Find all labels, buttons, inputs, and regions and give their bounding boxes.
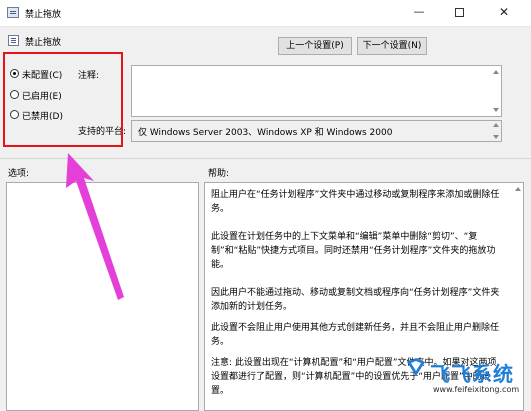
policy-name: 禁止拖放 (25, 38, 62, 48)
help-paragraph: 阻止用户在“任务计划程序”文件夹中通过移动或复制程序来添加或删除任务。 (211, 190, 500, 214)
comment-textarea[interactable] (131, 65, 502, 117)
window-title: 禁止拖放 (25, 10, 62, 20)
options-panel (6, 182, 199, 411)
policy-icon (8, 35, 19, 46)
maximize-icon (454, 7, 464, 17)
previous-setting-button[interactable]: 上一个设置(P) (278, 37, 352, 55)
maximize-button[interactable] (440, 0, 478, 24)
close-button[interactable]: ✕ (485, 0, 523, 24)
comment-scrollbar[interactable] (491, 66, 501, 116)
policy-window-icon (7, 7, 19, 18)
scroll-down-icon[interactable] (493, 108, 499, 112)
help-label: 帮助: (208, 169, 230, 179)
help-paragraph: 此设置在计划任务中的上下文菜单和“编辑”菜单中删除“剪切”、“复制”和“粘贴”快… (211, 232, 496, 270)
section-divider (0, 158, 531, 159)
scroll-up-icon[interactable] (515, 187, 521, 191)
watermark-url: www.feifeixitong.com (433, 385, 520, 394)
watermark-text: 飞飞系统 (430, 362, 514, 386)
options-label: 选项: (8, 169, 30, 179)
scroll-down-icon[interactable] (493, 135, 499, 139)
scroll-up-icon[interactable] (493, 70, 499, 74)
next-setting-button[interactable]: 下一个设置(N) (357, 37, 427, 55)
supported-scrollbar[interactable] (491, 121, 501, 141)
help-paragraph: 此设置不会阻止用户使用其他方式创建新任务，并且不会阻止用户删除任务。 (211, 323, 500, 347)
help-scrollbar[interactable] (513, 183, 523, 410)
scroll-up-icon[interactable] (493, 123, 499, 127)
watermark-logo-icon (407, 358, 425, 376)
help-paragraph: 因此用户不能通过拖动、移动或复制文档或程序向“任务计划程序”文件夹添加新的计划任… (211, 288, 500, 312)
highlight-box (3, 52, 123, 147)
supported-platform-value: 仅 Windows Server 2003、Windows XP 和 Windo… (138, 128, 393, 138)
minimize-button[interactable]: — (400, 0, 438, 24)
